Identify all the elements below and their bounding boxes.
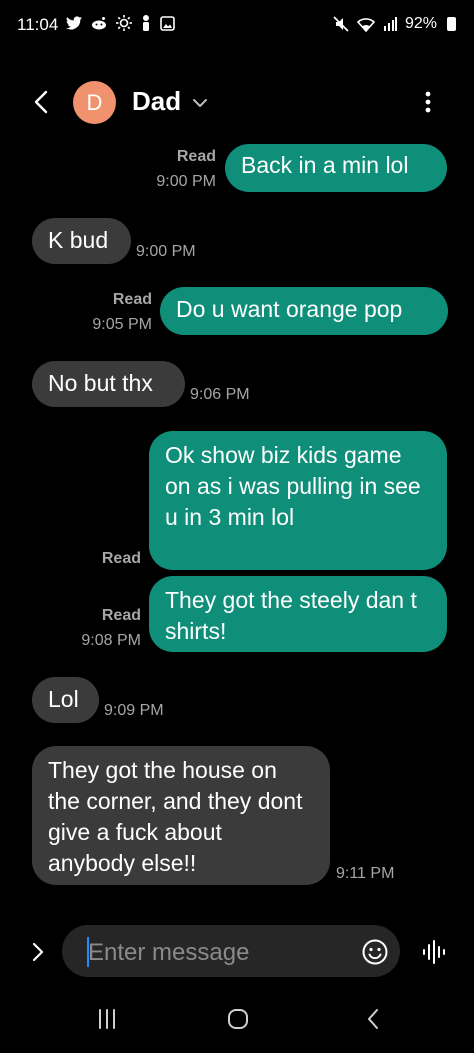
- twitter-icon: [66, 16, 82, 30]
- battery-icon: [447, 17, 456, 31]
- chevron-right-icon: [32, 942, 44, 962]
- avatar[interactable]: D: [73, 81, 116, 124]
- image-icon: [160, 15, 175, 31]
- message-bubble-outgoing[interactable]: They got the steely dan t shirts!: [149, 576, 447, 652]
- battery-percent: 92%: [404, 15, 437, 32]
- message-time: 9:05 PM: [92, 316, 152, 333]
- status-time: 11:04: [17, 15, 59, 34]
- message-time: 9:00 PM: [136, 243, 196, 260]
- read-receipt: Read: [101, 550, 141, 567]
- read-receipt: Read: [176, 148, 216, 165]
- back-icon: [368, 1009, 378, 1029]
- emoji-icon: [362, 939, 388, 965]
- message-time: 9:08 PM: [81, 632, 141, 649]
- more-vertical-icon: [425, 91, 431, 113]
- system-status-icons: 92%: [333, 15, 456, 33]
- contact-dropdown[interactable]: [192, 96, 208, 108]
- contact-name[interactable]: Dad: [132, 86, 181, 117]
- status-bar: 11:04 92%: [0, 0, 474, 52]
- message-time: 9:11 PM: [336, 865, 395, 882]
- back-button[interactable]: [28, 88, 56, 116]
- message-bubble-outgoing[interactable]: Ok show biz kids game on as i was pullin…: [149, 431, 447, 570]
- message-time: 9:00 PM: [156, 173, 216, 190]
- message-bubble-outgoing[interactable]: Back in a min lol: [225, 144, 447, 192]
- signal-icon: [383, 17, 397, 31]
- recent-apps-icon: [99, 1009, 115, 1029]
- nav-back-button[interactable]: [362, 1007, 386, 1031]
- home-icon: [228, 1009, 248, 1029]
- message-bubble-incoming[interactable]: They got the house on the corner, and th…: [32, 746, 330, 885]
- read-receipt: Read: [101, 607, 141, 624]
- emoji-button[interactable]: [361, 938, 389, 966]
- chevron-left-icon: [34, 90, 48, 114]
- reddit-icon: [92, 17, 106, 30]
- message-time: 9:06 PM: [190, 386, 250, 403]
- mute-icon: [333, 16, 349, 32]
- person-icon: [143, 15, 149, 31]
- read-receipt: Read: [112, 291, 152, 308]
- message-time: 9:09 PM: [104, 702, 164, 719]
- home-button[interactable]: [226, 1007, 250, 1031]
- message-bubble-incoming[interactable]: No but thx: [32, 361, 185, 407]
- more-options-button[interactable]: [420, 88, 436, 116]
- notification-icons: [66, 15, 175, 31]
- wifi-icon: [356, 17, 375, 32]
- message-bubble-incoming[interactable]: K bud: [32, 218, 131, 264]
- message-bubble-incoming[interactable]: Lol: [32, 677, 99, 723]
- recent-apps-button[interactable]: [95, 1007, 119, 1031]
- expand-options-button[interactable]: [28, 940, 48, 964]
- voice-wave-icon: [423, 940, 445, 964]
- message-bubble-outgoing[interactable]: Do u want orange pop: [160, 287, 448, 335]
- voice-record-button[interactable]: [421, 938, 447, 966]
- chevron-down-icon: [193, 99, 207, 107]
- brightness-icon: [116, 15, 132, 31]
- message-input-placeholder: Enter message: [88, 939, 250, 966]
